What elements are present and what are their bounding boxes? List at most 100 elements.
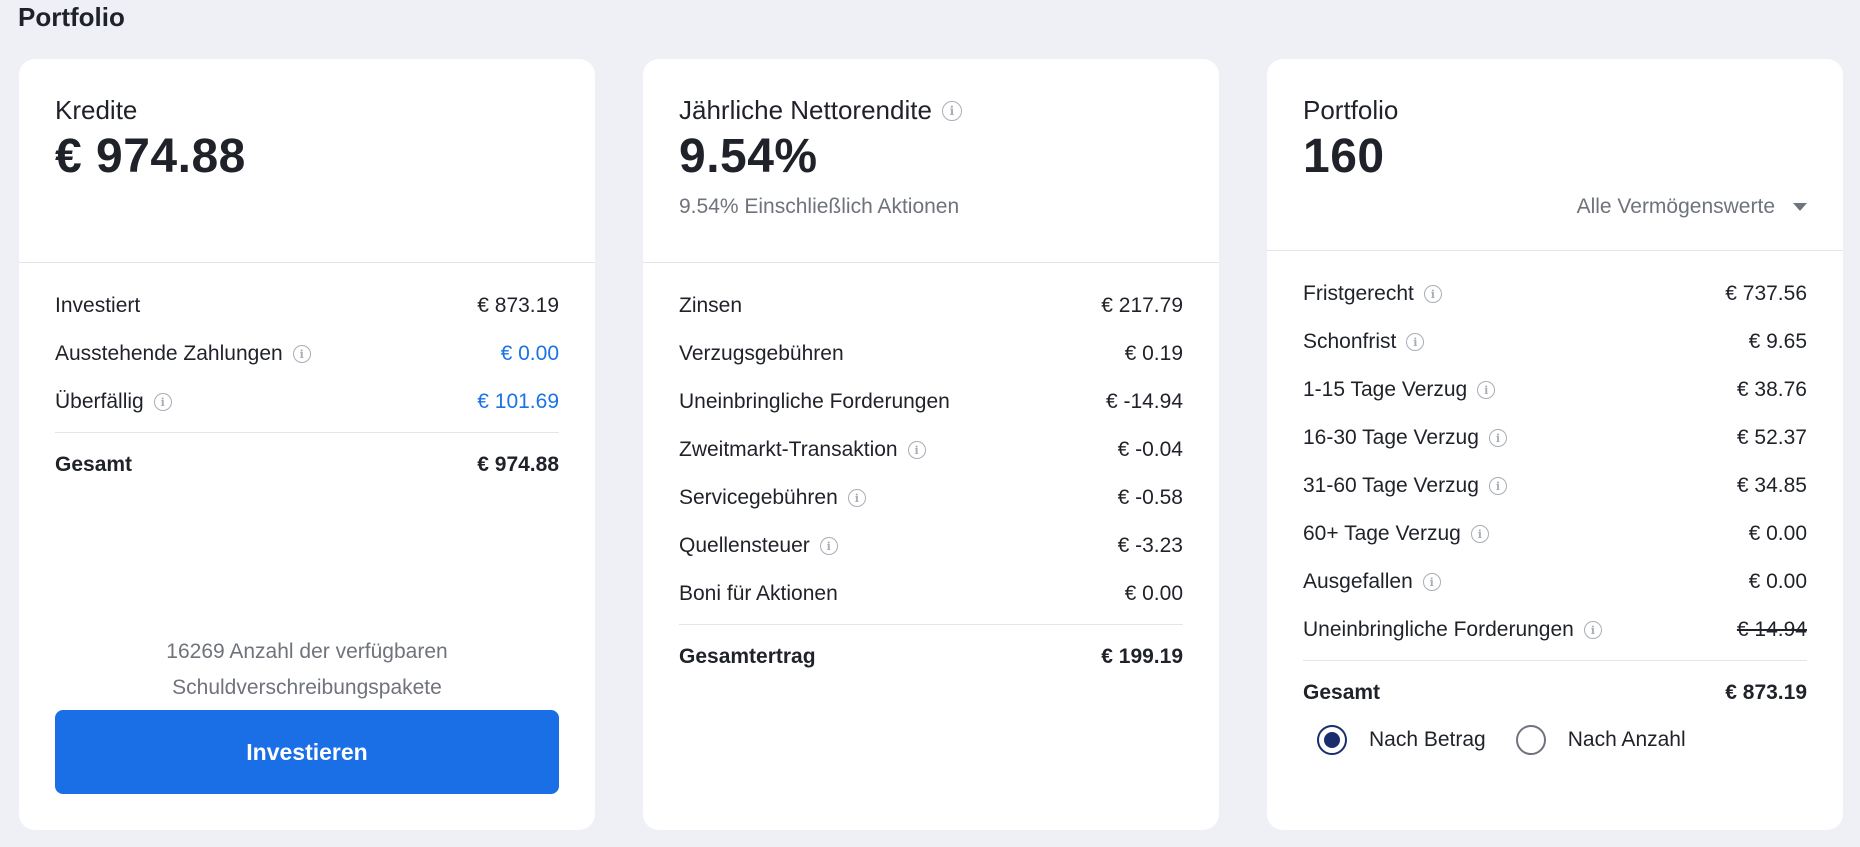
row-value: € 873.19	[477, 294, 559, 317]
row-value: € 737.56	[1725, 282, 1807, 305]
row-label: Uneinbringliche Forderungen	[679, 390, 950, 413]
row-label: Zinsen	[679, 294, 743, 317]
row-value: € 9.65	[1748, 330, 1807, 353]
portfolio-row-1-15: 1-15 Tage Verzug i € 38.76	[1303, 366, 1807, 414]
row-label: Zweitmarkt-Transaktion	[679, 438, 898, 461]
return-row-withholding-tax: Quellensteuer i € -3.23	[679, 522, 1183, 570]
row-label: Überfällig	[55, 390, 144, 413]
row-label-wrap: 60+ Tage Verzug i	[1303, 522, 1489, 546]
portfolio-row-bad-debt: Uneinbringliche Forderungen i € 14.94	[1303, 606, 1807, 654]
info-icon[interactable]: i	[1488, 429, 1507, 447]
divider	[1267, 250, 1843, 251]
asset-filter-dropdown[interactable]: Alle Vermögenswerte	[1577, 195, 1807, 219]
divider	[1303, 660, 1807, 661]
info-icon[interactable]: i	[847, 489, 866, 507]
loans-row-total: Gesamt € 974.88	[55, 439, 559, 491]
row-label: Uneinbringliche Forderungen	[1303, 618, 1574, 641]
row-label: 16-30 Tage Verzug	[1303, 426, 1479, 449]
row-value: € -14.94	[1105, 390, 1183, 413]
info-icon[interactable]: i	[292, 345, 311, 363]
available-packages-text: 16269 Anzahl der verfügbaren Schuldversc…	[166, 640, 448, 699]
row-value: € 34.85	[1736, 474, 1807, 497]
row-value: € 0.00	[1748, 570, 1807, 593]
row-label-wrap: Ausgefallen i	[1303, 570, 1441, 594]
view-mode-radio-group: Nach Betrag Nach Anzahl	[1317, 725, 1716, 755]
row-label: 31-60 Tage Verzug	[1303, 474, 1479, 497]
row-label-wrap: 31-60 Tage Verzug i	[1303, 474, 1507, 498]
loans-row-pending: Ausstehende Zahlungen i € 0.00	[55, 330, 559, 378]
return-label: Jährliche Nettorendite	[679, 95, 932, 125]
row-value: € 217.79	[1101, 294, 1183, 317]
row-label: Verzugsgebühren	[679, 342, 844, 365]
return-row-bonuses: Boni für Aktionen € 0.00	[679, 570, 1183, 618]
return-card: Jährliche Nettorendite i 9.54% 9.54% Ein…	[643, 59, 1219, 830]
divider	[643, 262, 1219, 263]
loans-rows: Investiert € 873.19 Ausstehende Zahlunge…	[55, 282, 559, 491]
row-label-wrap: 16-30 Tage Verzug i	[1303, 426, 1507, 450]
info-icon[interactable]: i	[907, 441, 926, 459]
radio-by-amount[interactable]: Nach Betrag	[1317, 725, 1486, 755]
radio-by-count[interactable]: Nach Anzahl	[1515, 725, 1686, 755]
portfolio-row-grace: Schonfrist i € 9.65	[1303, 318, 1807, 366]
return-row-service-fees: Servicegebühren i € -0.58	[679, 474, 1183, 522]
total-value: € 974.88	[477, 453, 559, 476]
row-label-wrap: Servicegebühren i	[679, 486, 866, 510]
loans-label: Kredite	[55, 95, 138, 125]
loans-row-invested: Investiert € 873.19	[55, 282, 559, 330]
row-label-wrap: Quellensteuer i	[679, 534, 838, 558]
info-icon[interactable]: i	[1583, 621, 1602, 639]
row-label-wrap: Schonfrist i	[1303, 330, 1425, 354]
portfolio-row-31-60: 31-60 Tage Verzug i € 34.85	[1303, 462, 1807, 510]
info-icon[interactable]: i	[153, 393, 172, 411]
portfolio-rows: Fristgerecht i € 737.56 Schonfrist i € 9…	[1303, 270, 1807, 719]
return-row-secondary-market: Zweitmarkt-Transaktion i € -0.04	[679, 426, 1183, 474]
info-icon[interactable]: i	[1406, 333, 1425, 351]
asset-filter-value: Alle Vermögenswerte	[1576, 195, 1775, 218]
page-title: Portfolio	[18, 2, 125, 32]
row-label-wrap: 1-15 Tage Verzug i	[1303, 378, 1496, 402]
return-rows: Zinsen € 217.79 Verzugsgebühren € 0.19 U…	[679, 282, 1183, 683]
total-label: Gesamtertrag	[679, 645, 816, 668]
return-row-interest: Zinsen € 217.79	[679, 282, 1183, 330]
loans-value: € 974.88	[55, 130, 246, 183]
row-value-link[interactable]: € 101.69	[477, 390, 559, 414]
radio-checked-icon[interactable]	[1317, 725, 1347, 755]
row-label: Boni für Aktionen	[679, 582, 838, 605]
row-value: € -0.04	[1117, 438, 1183, 461]
info-icon[interactable]: i	[1488, 477, 1507, 495]
row-value-link[interactable]: € 0.00	[501, 342, 559, 366]
invest-button[interactable]: Investieren	[55, 710, 559, 794]
caret-down-icon	[1793, 203, 1807, 211]
portfolio-row-60-plus: 60+ Tage Verzug i € 0.00	[1303, 510, 1807, 558]
row-label: 1-15 Tage Verzug	[1303, 378, 1468, 401]
row-label: Ausstehende Zahlungen	[55, 342, 283, 365]
info-icon[interactable]: i	[1422, 573, 1441, 591]
total-value: € 873.19	[1725, 681, 1807, 704]
return-value: 9.54%	[679, 130, 818, 183]
info-icon[interactable]: i	[1423, 285, 1442, 303]
portfolio-row-current: Fristgerecht i € 737.56	[1303, 270, 1807, 318]
portfolio-row-total: Gesamt € 873.19	[1303, 667, 1807, 719]
info-icon[interactable]: i	[1470, 525, 1489, 543]
radio-unchecked-icon[interactable]	[1515, 725, 1546, 755]
row-label-wrap: Überfällig i	[55, 390, 172, 414]
row-label: Quellensteuer	[679, 534, 810, 557]
loans-row-overdue: Überfällig i € 101.69	[55, 378, 559, 426]
portfolio-value: 160	[1303, 130, 1385, 183]
info-icon[interactable]: i	[1477, 381, 1496, 399]
loans-card: Kredite € 974.88 Investiert € 873.19 Aus…	[19, 59, 595, 830]
row-value: € -0.58	[1117, 486, 1183, 509]
return-row-total: Gesamtertrag € 199.19	[679, 631, 1183, 683]
row-value: € 0.00	[1748, 522, 1807, 545]
portfolio-label: Portfolio	[1303, 95, 1399, 125]
divider	[55, 432, 559, 433]
row-label-wrap: Uneinbringliche Forderungen i	[1303, 618, 1602, 642]
divider	[679, 624, 1183, 625]
row-label: Ausgefallen	[1303, 570, 1413, 593]
radio-label: Nach Betrag	[1369, 728, 1486, 751]
row-label-wrap: Fristgerecht i	[1303, 282, 1442, 306]
divider	[19, 262, 595, 263]
row-value: € 0.19	[1124, 342, 1183, 365]
info-icon[interactable]: i	[819, 537, 838, 555]
info-icon[interactable]: i	[941, 100, 962, 121]
